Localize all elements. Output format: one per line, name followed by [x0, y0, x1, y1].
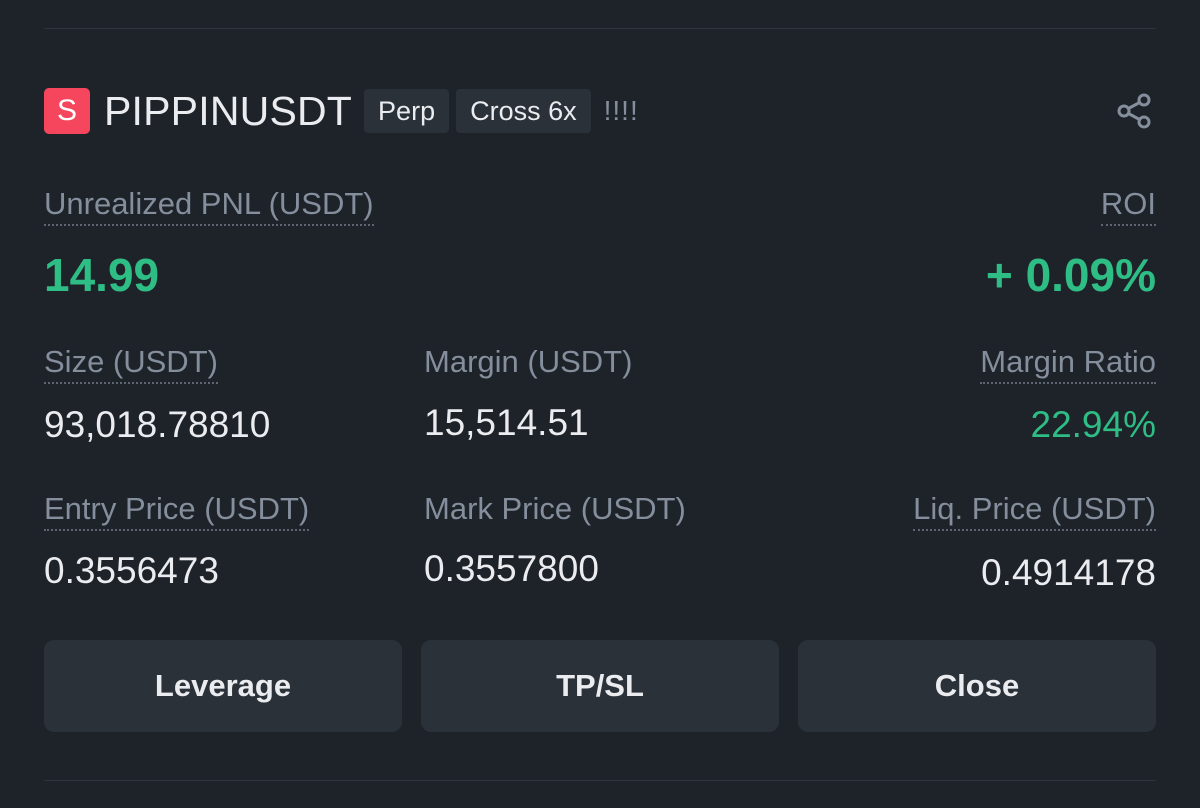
size-label[interactable]: Size (USDT)	[44, 344, 218, 384]
mark-price-value: 0.3557800	[424, 548, 599, 589]
mark-price-label: Mark Price (USDT)	[424, 491, 686, 526]
symbol-name[interactable]: PIPPINUSDT	[104, 88, 352, 135]
margin-ratio-label[interactable]: Margin Ratio	[980, 344, 1156, 384]
position-header: S PIPPINUSDT Perp Cross 6x !!!!	[44, 86, 1156, 136]
unrealized-pnl-label[interactable]: Unrealized PNL (USDT)	[44, 186, 374, 226]
tpsl-button[interactable]: TP/SL	[421, 640, 779, 732]
entry-price-label[interactable]: Entry Price (USDT)	[44, 491, 310, 531]
margin-ratio-value: 22.94%	[1030, 404, 1157, 445]
leverage-button[interactable]: Leverage	[44, 640, 402, 732]
roi-label[interactable]: ROI	[1100, 186, 1156, 226]
liq-price-value: 0.4914178	[981, 552, 1156, 593]
margin-value: 15,514.51	[424, 402, 589, 443]
bottom-divider	[44, 780, 1156, 781]
size-value: 93,018.78810	[44, 404, 271, 445]
close-button[interactable]: Close	[798, 640, 1156, 732]
unrealized-pnl-value: 14.99	[44, 249, 160, 301]
share-icon[interactable]	[1112, 89, 1156, 133]
margin-mode-tag[interactable]: Cross 6x	[456, 89, 591, 133]
entry-price-value: 0.3556473	[44, 550, 219, 591]
contract-type-tag: Perp	[364, 89, 450, 133]
margin-label: Margin (USDT)	[424, 344, 633, 379]
liq-price-label[interactable]: Liq. Price (USDT)	[913, 491, 1156, 531]
roi-value: + 0.09%	[985, 249, 1156, 301]
symbol-icon: S	[44, 88, 90, 134]
adl-indicator: !!!!	[603, 95, 639, 126]
top-divider	[44, 28, 1156, 29]
